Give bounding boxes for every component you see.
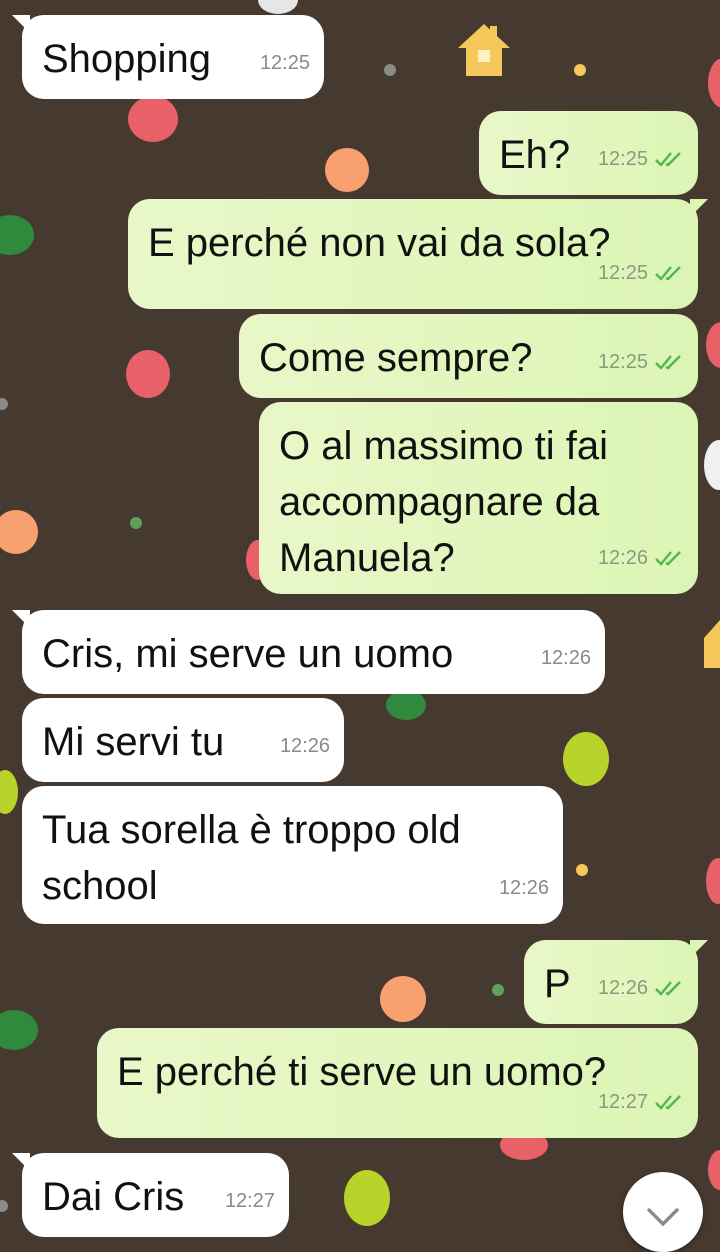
double-check-icon xyxy=(655,266,681,281)
wallpaper-fruit xyxy=(0,770,18,814)
message-bubble-outgoing[interactable]: E perché ti serve un uomo? 12:27 xyxy=(97,1028,698,1138)
message-text: O al massimo ti fai accompagnare da Manu… xyxy=(279,424,608,580)
message-time: 12:26 xyxy=(597,547,648,569)
wallpaper-fruit xyxy=(380,976,426,1022)
message-time-row: 12:26 xyxy=(541,630,591,686)
message-time: 12:25 xyxy=(259,52,310,74)
double-check-icon xyxy=(655,551,681,566)
message-text: Dai Cris xyxy=(42,1175,185,1219)
bubble-tail xyxy=(12,610,30,628)
message-time-row: 12:26 xyxy=(598,530,684,586)
message-time: 12:27 xyxy=(224,1190,275,1212)
wallpaper-pear xyxy=(563,732,609,786)
double-check-icon xyxy=(655,981,681,996)
message-time-row: 12:26 xyxy=(280,718,330,774)
message-bubble-incoming[interactable]: Mi servi tu 12:26 xyxy=(22,698,344,782)
message-time: 12:26 xyxy=(498,877,549,899)
wallpaper-house xyxy=(458,24,510,76)
wallpaper-fruit xyxy=(0,215,34,255)
wallpaper-dot xyxy=(130,517,142,529)
wallpaper-pear xyxy=(344,1170,390,1226)
message-bubble-incoming[interactable]: Cris, mi serve un uomo 12:26 xyxy=(12,610,605,694)
wallpaper-fruit xyxy=(706,322,720,368)
message-time: 12:25 xyxy=(597,148,648,170)
message-bubble-outgoing[interactable]: Eh? 12:25 xyxy=(479,111,698,195)
message-text: E perché non vai da sola? xyxy=(148,221,611,265)
wallpaper-fruit xyxy=(708,58,720,108)
wallpaper-dot xyxy=(576,864,588,876)
message-time: 12:26 xyxy=(540,647,591,669)
message-bubble-outgoing[interactable]: P 12:26 xyxy=(524,940,708,1024)
message-text: Shopping xyxy=(42,37,212,81)
wallpaper-dot xyxy=(574,64,586,76)
wallpaper-fruit xyxy=(325,148,369,192)
message-bubble-incoming[interactable]: Tua sorella è troppo old school 12:26 xyxy=(22,786,563,924)
message-text: Cris, mi serve un uomo xyxy=(42,632,454,676)
message-bubble-outgoing[interactable]: E perché non vai da sola? 12:25 xyxy=(128,199,708,309)
message-time-row: 12:25 xyxy=(260,35,310,91)
wallpaper-fruit xyxy=(128,96,178,142)
message-text: Tua sorella è troppo old school xyxy=(42,808,461,908)
message-time-row: 12:25 xyxy=(598,245,684,301)
wallpaper-fruit xyxy=(706,858,720,904)
wallpaper-fruit xyxy=(0,510,38,554)
message-text: P xyxy=(544,962,571,1006)
message-time-row: 12:27 xyxy=(225,1173,275,1229)
wallpaper-dot xyxy=(492,984,504,996)
message-time: 12:26 xyxy=(597,977,648,999)
message-time: 12:25 xyxy=(597,262,648,284)
wallpaper-fruit xyxy=(258,0,298,14)
chevron-down-icon xyxy=(647,1208,679,1227)
message-bubble-outgoing[interactable]: Come sempre? 12:25 xyxy=(239,314,698,398)
message-bubble-incoming[interactable]: Shopping 12:25 xyxy=(12,15,324,99)
wallpaper-fruit xyxy=(708,1150,720,1190)
wallpaper-balloon xyxy=(126,350,170,398)
message-text: Mi servi tu xyxy=(42,720,225,764)
double-check-icon xyxy=(655,1095,681,1110)
wallpaper-dot xyxy=(0,398,8,410)
message-text: Eh? xyxy=(499,133,571,177)
message-bubble-outgoing[interactable]: O al massimo ti fai accompagnare da Manu… xyxy=(259,402,698,594)
message-text: Come sempre? xyxy=(259,336,533,380)
message-bubble-incoming[interactable]: Dai Cris 12:27 xyxy=(12,1153,289,1237)
message-time-row: 12:27 xyxy=(598,1074,684,1130)
wallpaper-fruit xyxy=(386,690,426,720)
message-text: E perché ti serve un uomo? xyxy=(117,1050,607,1094)
bubble-tail xyxy=(12,15,30,33)
wallpaper-dot xyxy=(0,1200,8,1212)
bubble-tail xyxy=(690,940,708,958)
message-time: 12:25 xyxy=(597,351,648,373)
message-time: 12:26 xyxy=(279,735,330,757)
bubble-tail xyxy=(12,1153,30,1171)
wallpaper-house xyxy=(704,620,720,668)
wallpaper-fruit xyxy=(0,1010,38,1050)
message-time-row: 12:26 xyxy=(499,860,549,916)
double-check-icon xyxy=(655,355,681,370)
scroll-to-bottom-button[interactable] xyxy=(623,1172,703,1252)
double-check-icon xyxy=(655,152,681,167)
message-time: 12:27 xyxy=(597,1091,648,1113)
bubble-tail xyxy=(690,199,708,217)
wallpaper-fruit xyxy=(704,440,720,490)
message-time-row: 12:26 xyxy=(598,960,684,1016)
message-time-row: 12:25 xyxy=(598,334,684,390)
wallpaper-dot xyxy=(384,64,396,76)
message-time-row: 12:25 xyxy=(598,131,684,187)
